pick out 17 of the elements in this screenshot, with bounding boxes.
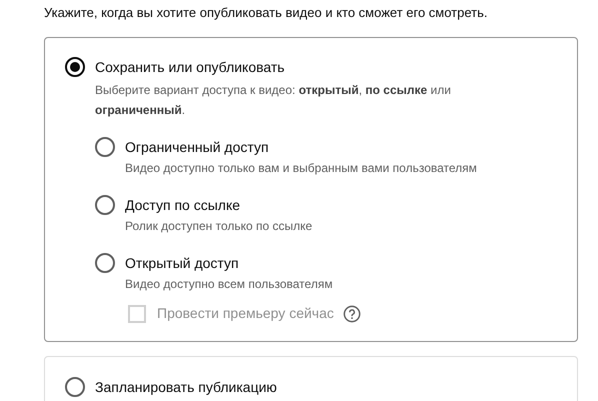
option-label: Сохранить или опубликовать xyxy=(95,58,285,77)
radio-button[interactable] xyxy=(95,195,115,215)
visibility-description: Ролик доступен только по ссылке xyxy=(125,218,314,235)
visibility-label: Открытый доступ xyxy=(125,254,239,273)
visibility-label: Доступ по ссылке xyxy=(125,196,240,215)
radio-button[interactable] xyxy=(95,253,115,273)
checkbox-label: Провести премьеру сейчас xyxy=(157,304,334,323)
radio-button[interactable] xyxy=(65,57,85,77)
visibility-label: Ограниченный доступ xyxy=(125,138,269,157)
option-label: Запланировать публикацию xyxy=(95,378,277,397)
radio-button[interactable] xyxy=(65,377,85,397)
visibility-description: Видео доступно всем пользователям xyxy=(125,276,334,293)
subtitle: Укажите, когда вы хотите опубликовать видео и кто сможет его смотреть. xyxy=(44,4,488,22)
help-icon[interactable] xyxy=(342,304,361,322)
radio-button[interactable] xyxy=(95,137,115,157)
visibility-description: Видео доступно только вам и выбранным вами пользователям xyxy=(125,160,478,177)
option-description: Выберите вариант доступа к видео: открытый, по ссылке или ограниченный. xyxy=(95,82,452,119)
